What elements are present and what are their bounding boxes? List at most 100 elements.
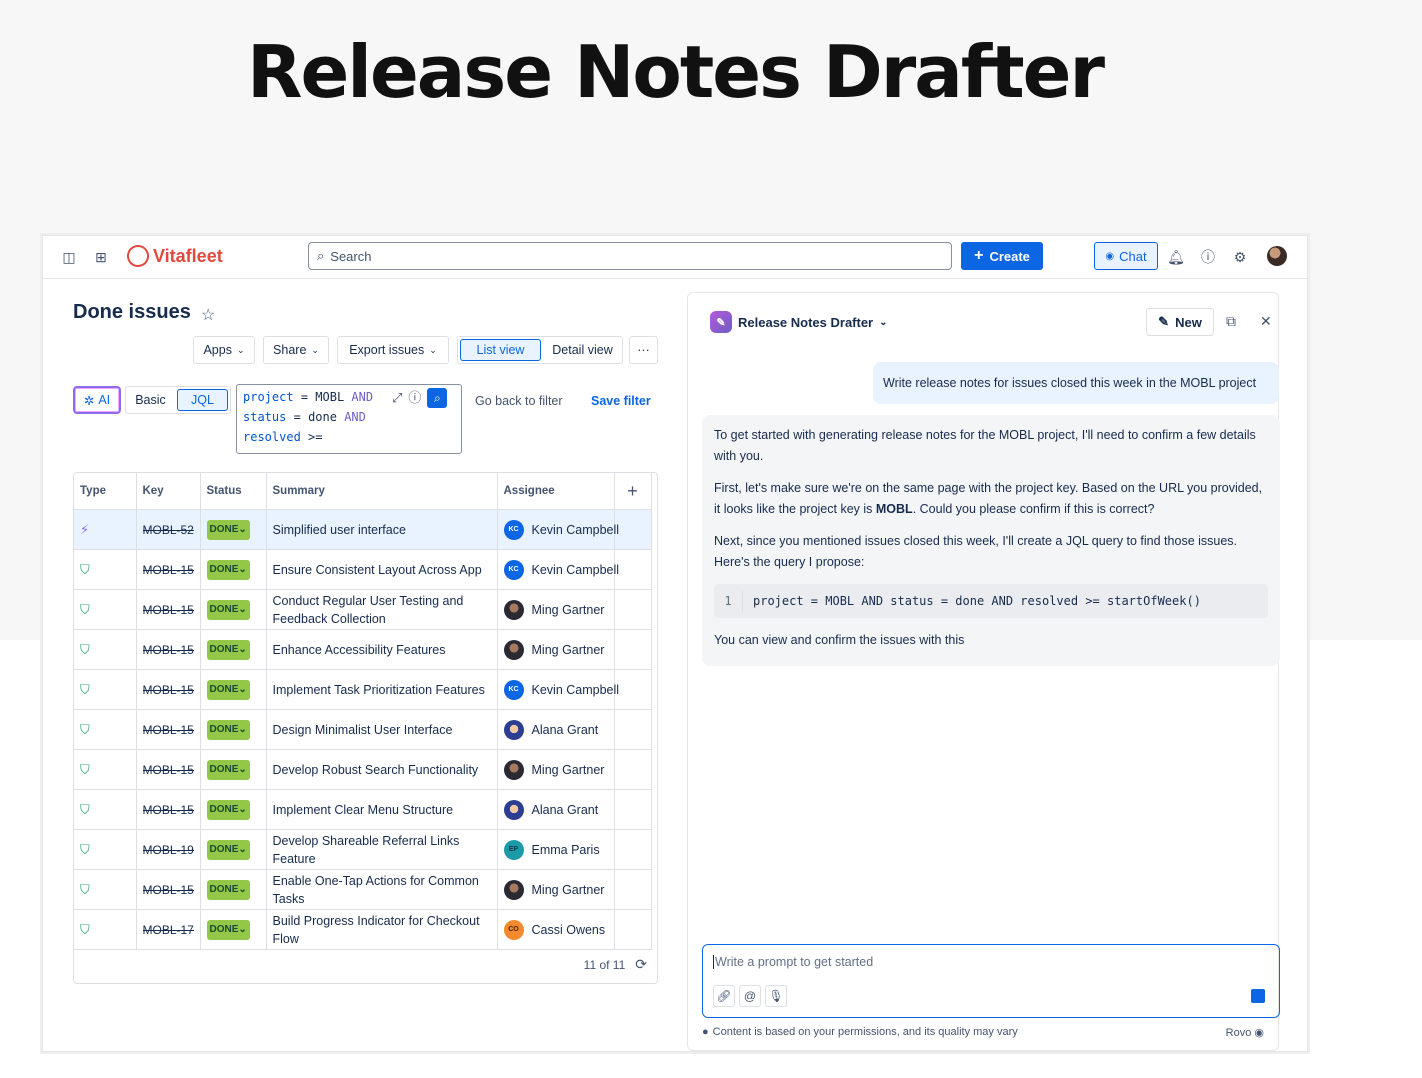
summary-cell[interactable]: Conduct Regular User Testing and Feedbac…: [266, 589, 498, 630]
table-row[interactable]: ⛉ MOBL-152 DONE⌄ Implement Clear Menu Struc…: [74, 789, 652, 830]
issue-key[interactable]: MOBL-152: [143, 801, 194, 819]
open-external-icon[interactable]: ⧉: [1226, 313, 1236, 330]
more-actions-button[interactable]: ···: [629, 336, 658, 364]
status-cell[interactable]: DONE⌄: [200, 549, 267, 590]
status-cell[interactable]: DONE⌄: [200, 869, 267, 910]
assignee-cell[interactable]: Ming Gartner: [497, 869, 615, 910]
status-badge[interactable]: DONE⌄: [206, 560, 250, 580]
table-row[interactable]: ⛉ MOBL-154 DONE⌄ Ensure Consistent Layout A…: [74, 549, 652, 590]
agent-selector[interactable]: ✎ Release Notes Drafter ⌄: [710, 311, 888, 333]
assignee[interactable]: Alana Grant: [503, 799, 608, 820]
issue-key[interactable]: MOBL-190: [143, 841, 194, 859]
assignee-cell[interactable]: Alana Grant: [497, 709, 615, 750]
table-row[interactable]: ⛉ MOBL-156 DONE⌄ Develop Robust Search Func…: [74, 749, 652, 790]
assignee[interactable]: Ming Gartner: [503, 639, 608, 660]
assignee[interactable]: Ming Gartner: [503, 599, 608, 620]
app-switcher-icon[interactable]: ⊞: [92, 248, 110, 266]
status-badge[interactable]: DONE⌄: [206, 520, 250, 540]
key-cell[interactable]: MOBL-52: [136, 509, 201, 550]
key-cell[interactable]: MOBL-190: [136, 829, 201, 870]
share-dropdown[interactable]: Share ⌄: [263, 336, 329, 364]
table-row[interactable]: ⛉ MOBL-155 DONE⌄ Conduct Regular User Testi…: [74, 589, 652, 630]
summary-cell[interactable]: Build Progress Indicator for Checkout Fl…: [266, 909, 498, 950]
assignee-cell[interactable]: EP Emma Paris: [497, 829, 615, 870]
table-row[interactable]: ⛉ MOBL-190 DONE⌄ Develop Shareable Referral…: [74, 829, 652, 870]
summary-cell[interactable]: Develop Shareable Referral Links Feature: [266, 829, 498, 870]
settings-gear-icon[interactable]: ⚙: [1231, 248, 1249, 266]
column-header-key[interactable]: Key: [136, 473, 201, 510]
status-cell[interactable]: DONE⌄: [200, 509, 267, 550]
status-badge[interactable]: DONE⌄: [206, 800, 250, 820]
status-badge[interactable]: DONE⌄: [206, 680, 250, 700]
prompt-input[interactable]: Write a prompt to get started 🔗︎ @ 🎙︎: [702, 944, 1280, 1018]
sidebar-toggle-icon[interactable]: ◫: [60, 248, 78, 266]
list-view-tab[interactable]: List view: [460, 339, 541, 361]
status-cell[interactable]: DONE⌄: [200, 909, 267, 950]
ai-search-toggle[interactable]: ✲ AI: [73, 386, 121, 414]
star-icon[interactable]: ☆: [201, 305, 215, 325]
table-row[interactable]: ⛉ MOBL-178 DONE⌄ Build Progress Indicator f…: [74, 909, 652, 950]
table-row[interactable]: ⛉ MOBL-159 DONE⌄ Implement Task Prioritizat…: [74, 669, 652, 710]
assignee-cell[interactable]: Ming Gartner: [497, 629, 615, 670]
issue-key[interactable]: MOBL-52: [143, 521, 194, 539]
notifications-bell-icon[interactable]: 🔔︎: [1167, 248, 1185, 266]
status-cell[interactable]: DONE⌄: [200, 709, 267, 750]
assignee-cell[interactable]: Ming Gartner: [497, 749, 615, 790]
assignee-cell[interactable]: KC Kevin Campbell: [497, 549, 619, 590]
key-cell[interactable]: MOBL-155: [136, 589, 201, 630]
assignee[interactable]: KC Kevin Campbell: [503, 519, 619, 540]
status-badge[interactable]: DONE⌄: [206, 880, 250, 900]
apps-dropdown[interactable]: Apps ⌄: [193, 336, 255, 364]
table-row[interactable]: ⛉ MOBL-158 DONE⌄ Enhance Accessibility Feat…: [74, 629, 652, 670]
create-button[interactable]: + Create: [961, 242, 1043, 270]
jql-editor[interactable]: project = MOBL AND status = done AND res…: [236, 384, 462, 454]
chat-button[interactable]: ◉ Chat: [1094, 242, 1158, 270]
help-icon[interactable]: ⓘ: [408, 388, 421, 408]
go-back-to-filter-link[interactable]: Go back to filter: [475, 394, 563, 408]
summary-cell[interactable]: Design Minimalist User Interface: [266, 709, 498, 750]
assignee[interactable]: CO Cassi Owens: [503, 919, 608, 940]
status-badge[interactable]: DONE⌄: [206, 600, 250, 620]
add-column-button[interactable]: +: [614, 473, 652, 510]
column-header-status[interactable]: Status: [200, 473, 267, 510]
assignee-cell[interactable]: KC Kevin Campbell: [497, 669, 619, 710]
key-cell[interactable]: MOBL-157: [136, 869, 201, 910]
key-cell[interactable]: MOBL-159: [136, 669, 201, 710]
key-cell[interactable]: MOBL-158: [136, 629, 201, 670]
search-input[interactable]: ⌕ Search: [308, 242, 952, 270]
status-badge[interactable]: DONE⌄: [206, 640, 250, 660]
assignee[interactable]: Ming Gartner: [503, 879, 608, 900]
link-icon[interactable]: 🔗︎: [713, 985, 735, 1007]
status-cell[interactable]: DONE⌄: [200, 789, 267, 830]
issue-key[interactable]: MOBL-154: [143, 561, 194, 579]
run-search-icon[interactable]: ⌕: [427, 388, 448, 408]
export-issues-dropdown[interactable]: Export issues ⌄: [337, 336, 449, 364]
assignee[interactable]: Alana Grant: [503, 719, 608, 740]
status-badge[interactable]: DONE⌄: [206, 920, 250, 940]
column-header-summary[interactable]: Summary: [266, 473, 498, 510]
key-cell[interactable]: MOBL-154: [136, 549, 201, 590]
help-icon[interactable]: ⓘ: [1199, 248, 1217, 266]
send-stop-button[interactable]: [1251, 989, 1265, 1003]
key-cell[interactable]: MOBL-152: [136, 789, 201, 830]
issue-key[interactable]: MOBL-153: [143, 721, 194, 739]
issue-key[interactable]: MOBL-159: [143, 681, 194, 699]
status-badge[interactable]: DONE⌄: [206, 840, 250, 860]
key-cell[interactable]: MOBL-156: [136, 749, 201, 790]
issue-key[interactable]: MOBL-155: [143, 601, 194, 619]
profile-avatar[interactable]: [1267, 246, 1287, 266]
new-chat-button[interactable]: ✎ New: [1146, 308, 1214, 336]
summary-cell[interactable]: Develop Robust Search Functionality: [266, 749, 498, 790]
status-badge[interactable]: DONE⌄: [206, 760, 250, 780]
status-cell[interactable]: DONE⌄: [200, 629, 267, 670]
summary-cell[interactable]: Implement Task Prioritization Features: [266, 669, 498, 710]
assignee-cell[interactable]: KC Kevin Campbell: [497, 509, 619, 550]
refresh-icon[interactable]: ⟳: [635, 956, 647, 973]
summary-cell[interactable]: Ensure Consistent Layout Across App: [266, 549, 498, 590]
table-row[interactable]: ⛉ MOBL-157 DONE⌄ Enable One-Tap Actions for…: [74, 869, 652, 910]
mention-icon[interactable]: @: [739, 985, 761, 1007]
assignee-cell[interactable]: Ming Gartner: [497, 589, 615, 630]
status-badge[interactable]: DONE⌄: [206, 720, 250, 740]
assignee[interactable]: KC Kevin Campbell: [503, 679, 619, 700]
summary-cell[interactable]: Simplified user interface: [266, 509, 498, 550]
